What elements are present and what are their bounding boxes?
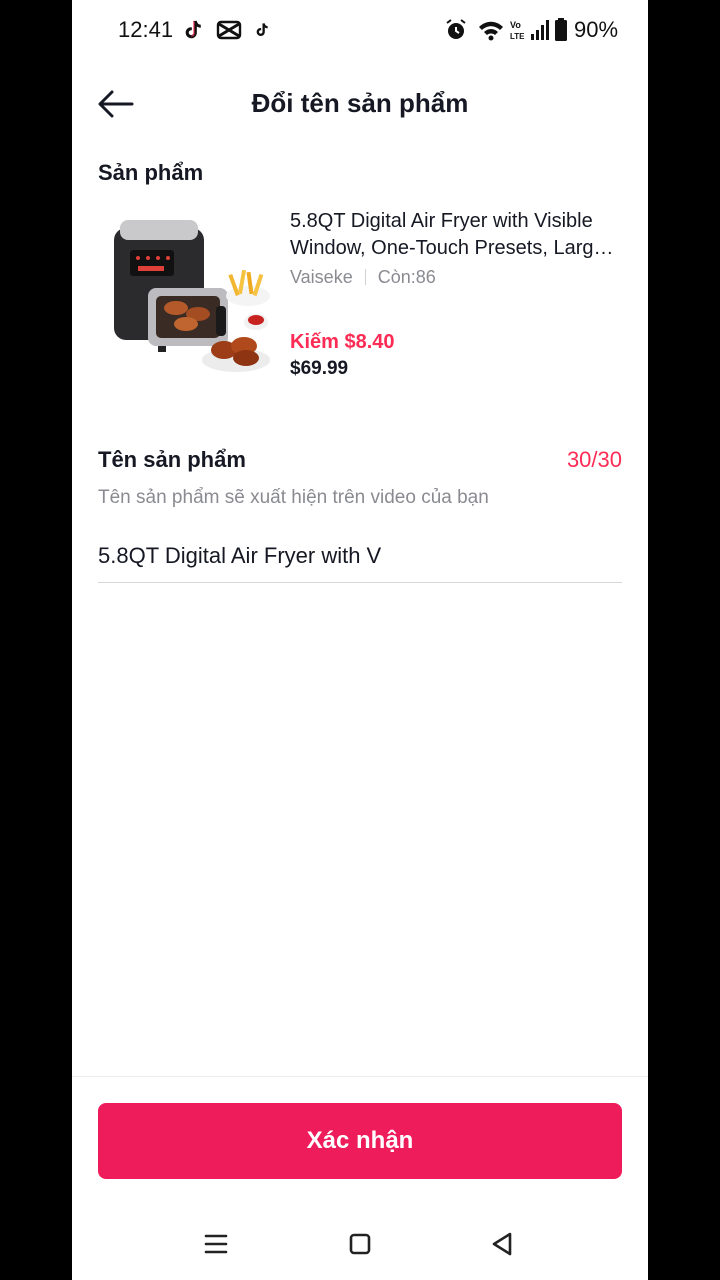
meta-divider bbox=[364, 269, 366, 285]
product-name-input[interactable] bbox=[98, 530, 622, 583]
product-section-label: Sản phẩm bbox=[98, 160, 204, 185]
svg-text:Vo: Vo bbox=[510, 20, 521, 30]
battery-icon bbox=[555, 18, 567, 41]
wifi-icon bbox=[479, 21, 503, 41]
status-bar: 12:41 Vo LTE 90% bbox=[72, 0, 648, 60]
stock-count: Còn:86 bbox=[377, 267, 436, 287]
product-meta: Vaiseke Còn:86 bbox=[290, 267, 436, 288]
volte-icon: Vo LTE bbox=[510, 20, 525, 41]
nav-back-icon[interactable] bbox=[484, 1228, 520, 1260]
capcut-icon bbox=[216, 20, 242, 40]
screen: 12:41 Vo LTE 90% Đổi tên sản phẩm Sản ph… bbox=[72, 0, 648, 1280]
character-counter: 30/30 bbox=[566, 447, 622, 472]
product-name-label: Tên sản phẩm bbox=[98, 447, 246, 472]
shop-name: Vaiseke bbox=[290, 267, 353, 287]
alarm-icon bbox=[446, 19, 466, 39]
recent-apps-icon[interactable] bbox=[198, 1228, 234, 1260]
tiktok-small-icon bbox=[256, 23, 268, 36]
page-title: Đổi tên sản phẩm bbox=[251, 88, 469, 118]
tiktok-icon bbox=[185, 20, 201, 39]
signal-icon bbox=[531, 20, 549, 40]
product-image bbox=[114, 220, 270, 372]
product-price: $69.99 bbox=[290, 358, 349, 379]
battery-percentage: 90% bbox=[574, 17, 619, 42]
helper-text: Tên sản phẩm sẽ xuất hiện trên video của… bbox=[98, 487, 489, 508]
svg-text:LTE: LTE bbox=[510, 32, 525, 41]
status-time: 12:41 bbox=[118, 17, 174, 42]
earn-commission: Kiếm $8.40 bbox=[290, 331, 395, 353]
product-name: 5.8QT Digital Air Fryer with Visible Win… bbox=[290, 210, 605, 259]
confirm-button[interactable]: Xác nhận bbox=[98, 1103, 622, 1179]
bottom-divider bbox=[72, 1076, 648, 1077]
home-icon[interactable] bbox=[342, 1228, 378, 1260]
